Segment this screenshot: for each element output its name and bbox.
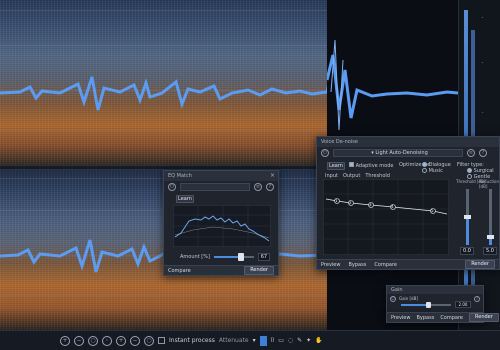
power-icon[interactable]: ⏻ (390, 296, 396, 302)
zoom-vertical-in-icon[interactable]: + (116, 335, 126, 346)
bypass-button[interactable]: Bypass (348, 262, 366, 268)
chevron-down-icon[interactable]: ▾ (253, 337, 256, 344)
help-icon[interactable]: ? (474, 296, 480, 302)
app-window: - - - - - EQ Match × ⏻ ≡ ? Learn (0, 0, 500, 350)
threshold-slider-fill (466, 217, 469, 245)
gain-value[interactable]: 2.00 (455, 301, 471, 308)
noise-profile-graph[interactable] (323, 179, 449, 255)
reduction-slider[interactable] (487, 189, 494, 245)
preview-button[interactable]: Preview (321, 262, 340, 268)
zoom-out-icon[interactable]: − (74, 335, 84, 346)
bottom-toolbar: + − ○ ◦ + − ○ Instant process Attenuate … (0, 330, 500, 350)
close-icon[interactable]: × (270, 171, 275, 181)
reduction-db-label: Reduction [dB] (479, 179, 499, 189)
gain-footer-window: Preview Bypass Compare Render (386, 312, 499, 323)
radio-icon (422, 168, 427, 173)
eq-curve-graph[interactable] (173, 205, 271, 247)
meter-tick: - (481, 15, 485, 21)
magic-wand-icon[interactable]: ✦ (306, 337, 311, 344)
render-button[interactable]: Render (465, 260, 495, 269)
gain-label: Gain [dB] (399, 296, 418, 301)
zoom-in-icon[interactable]: + (60, 335, 70, 346)
denoise-title: Voice De-noise (321, 139, 358, 145)
node-label-2: 2 (349, 200, 352, 205)
radio-icon (422, 162, 427, 167)
denoise-window[interactable]: Voice De-noise ⏻ ▾ Light Auto-Denoising … (316, 136, 500, 270)
lasso-icon[interactable]: ◌ (288, 337, 293, 344)
preset-label: Light Auto-Denoising (375, 150, 428, 156)
node-label-3: 3 (369, 202, 372, 207)
node-label-5: 5 (431, 208, 434, 213)
gain-slider[interactable] (401, 302, 451, 308)
denoise-titlebar[interactable]: Voice De-noise (317, 137, 499, 147)
amount-value[interactable]: 67 (257, 253, 270, 261)
zoom-selection-icon[interactable]: ◦ (102, 335, 112, 346)
opt-music-radio[interactable]: Music (422, 168, 443, 174)
render-button[interactable]: Render (469, 313, 499, 322)
power-icon[interactable]: ⏻ (168, 183, 176, 191)
power-icon[interactable]: ⏻ (321, 149, 329, 157)
amount-slider-knob[interactable] (237, 253, 244, 261)
adaptive-mode-toggle[interactable]: Adaptive mode (349, 162, 394, 169)
eq-match-footer: Compare Render (164, 265, 278, 275)
hand-icon[interactable]: ✋ (315, 337, 322, 344)
gain-titlebar[interactable]: Gain (387, 286, 483, 294)
adaptive-checkbox[interactable] (349, 162, 354, 167)
zoom-vertical-out-icon[interactable]: − (130, 335, 140, 346)
meter-right (471, 30, 475, 150)
opt-music-label: Music (428, 168, 443, 174)
bypass-button[interactable]: Bypass (416, 315, 434, 321)
preset-dropdown[interactable] (180, 183, 250, 191)
preview-button[interactable]: Preview (391, 315, 410, 321)
compare-button[interactable]: Compare (374, 262, 397, 268)
node-label-4: 4 (391, 204, 394, 209)
reduction-value[interactable]: 5.0 (483, 247, 497, 255)
frequency-selection-icon[interactable]: ⌷ (271, 337, 275, 345)
threshold-value[interactable]: 0.0 (460, 247, 474, 255)
meter-tick: - (481, 60, 485, 66)
eq-match-titlebar[interactable]: EQ Match × (164, 171, 278, 181)
instant-process-checkbox[interactable] (158, 337, 165, 344)
denoise-footer: Preview Bypass Compare Render (317, 259, 499, 269)
instant-process-label: Instant process (169, 337, 215, 344)
node-label-1: 1 (335, 198, 338, 203)
amount-slider-fill (213, 256, 241, 258)
help-icon[interactable]: ? (479, 149, 487, 157)
mode-dropdown[interactable]: Attenuate (219, 337, 249, 344)
radio-icon (467, 168, 472, 173)
zoom-reset-icon[interactable]: ○ (144, 335, 154, 346)
learn-button[interactable]: Learn (176, 195, 194, 203)
gain-slider-fill (401, 304, 429, 306)
brush-icon[interactable]: ✎ (297, 337, 302, 344)
adaptive-mode-label: Adaptive mode (355, 163, 394, 169)
preset-dropdown[interactable]: ▾ Light Auto-Denoising (333, 149, 463, 157)
threshold-slider-knob[interactable] (464, 215, 471, 219)
zoom-fit-icon[interactable]: ○ (88, 335, 98, 346)
gain-footer: Preview Bypass Compare Render (387, 312, 499, 322)
help-icon[interactable]: ? (266, 183, 274, 191)
compare-button[interactable]: Compare (440, 315, 463, 321)
reduction-slider-knob[interactable] (487, 234, 494, 239)
learn-button[interactable]: Learn (327, 162, 345, 170)
menu-icon[interactable]: ≡ (467, 149, 475, 157)
threshold-slider[interactable] (464, 189, 471, 245)
amount-slider[interactable] (213, 253, 254, 261)
gain-title: Gain (391, 287, 403, 293)
eq-match-window[interactable]: EQ Match × ⏻ ≡ ? Learn Amount [%] 67 Com… (163, 170, 279, 276)
time-selection-icon[interactable] (259, 335, 267, 346)
menu-icon[interactable]: ≡ (254, 183, 262, 191)
render-button[interactable]: Render (244, 266, 274, 275)
gain-slider-knob[interactable] (426, 302, 431, 308)
meter-tick: - (481, 110, 485, 116)
amount-label: Amount [%] (180, 254, 210, 260)
compare-button[interactable]: Compare (168, 268, 191, 274)
eq-match-title: EQ Match (168, 173, 192, 179)
gain-window[interactable]: Gain ⏻ ? Gain [dB] 2.00 (386, 285, 484, 315)
time-freq-selection-icon[interactable]: ▭ (278, 337, 284, 344)
